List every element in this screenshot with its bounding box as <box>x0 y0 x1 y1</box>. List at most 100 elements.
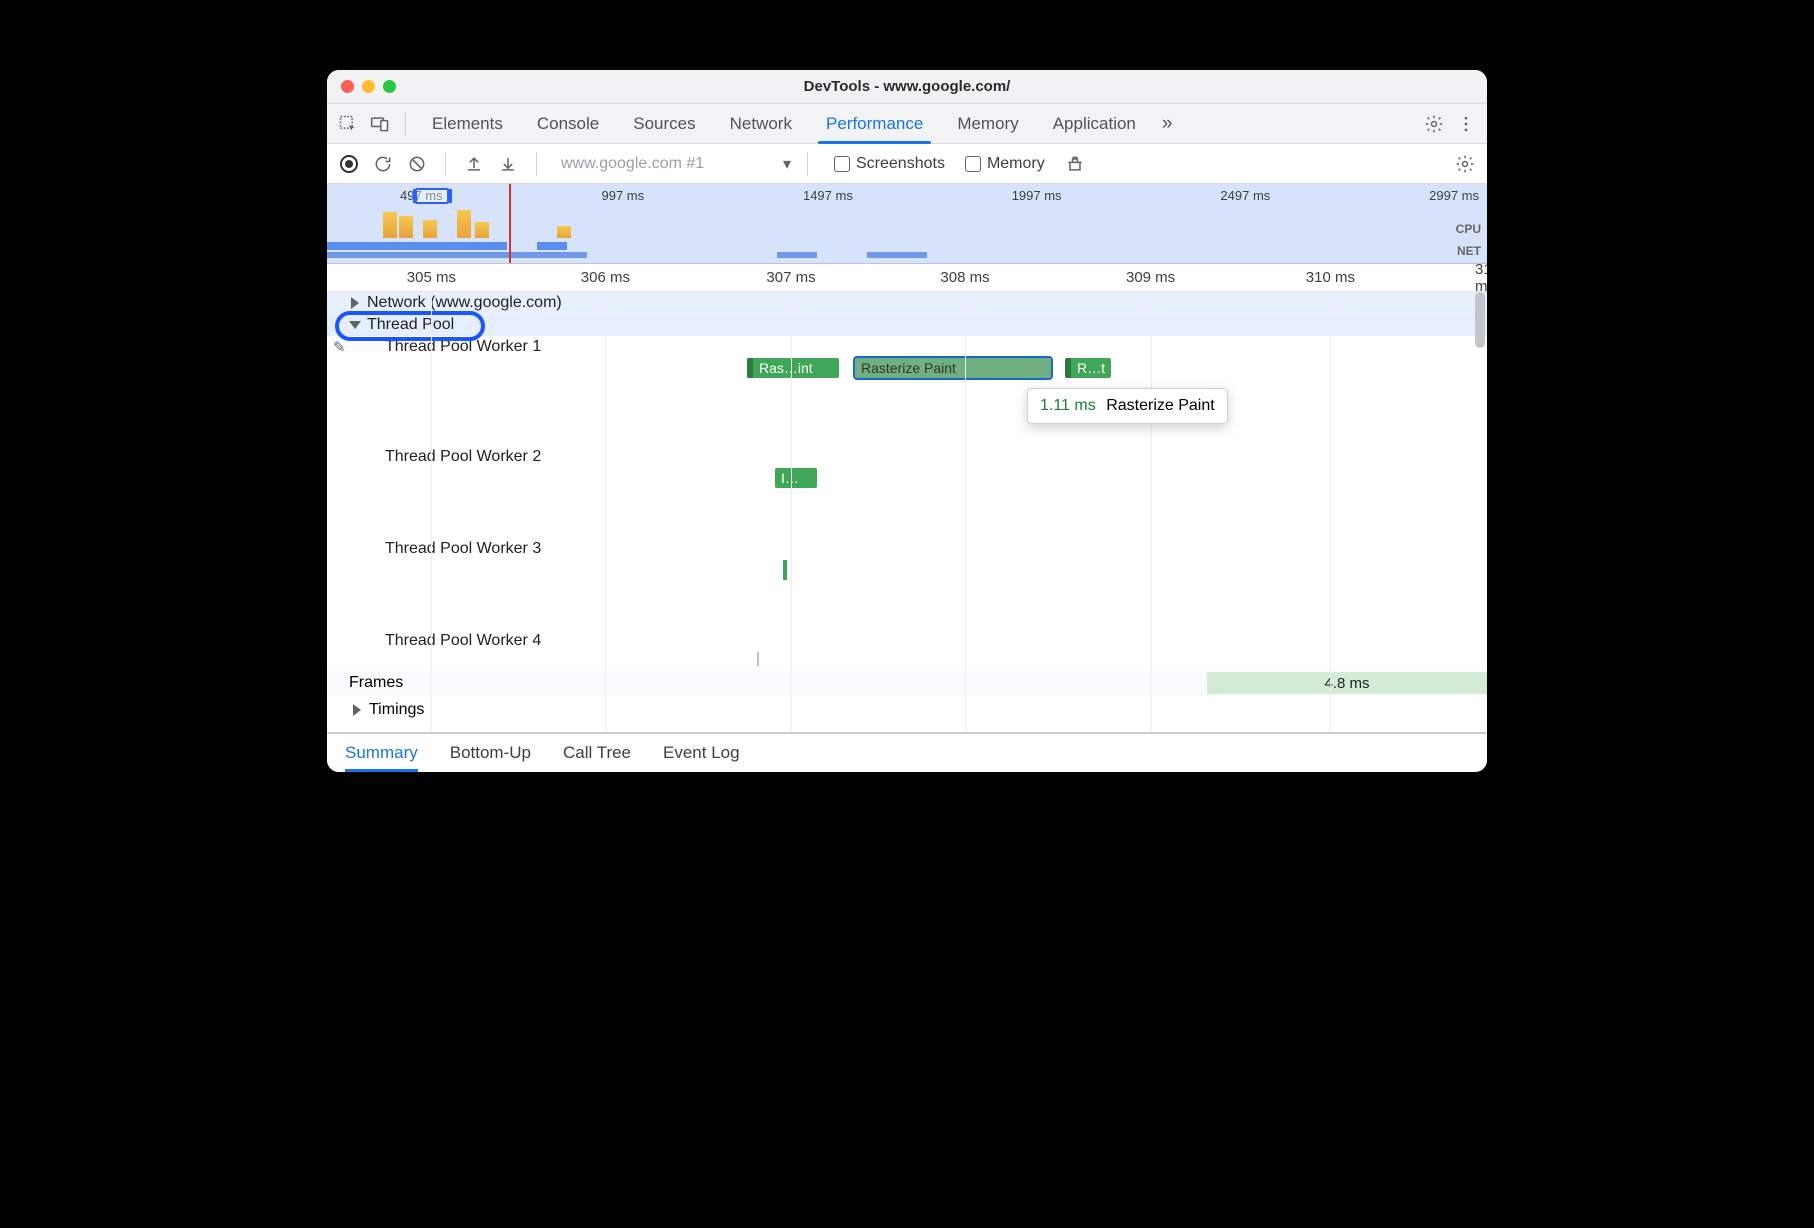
device-toolbar-icon[interactable] <box>367 111 393 137</box>
worker-2-lane[interactable]: I… <box>327 468 1487 538</box>
overview-bar <box>537 242 567 250</box>
overview-bar <box>327 242 507 250</box>
disclosure-triangle-icon[interactable] <box>353 704 361 716</box>
garbage-collect-icon[interactable] <box>1063 152 1087 176</box>
worker-1-lane[interactable]: R…t Rasterize Paint Ras…int 1.11 ms Raster… <box>327 358 1487 446</box>
worker-label: Thread Pool Worker 1 <box>385 338 541 356</box>
tooltip-name: Rasterize Paint <box>1106 397 1215 414</box>
tab-bottom-up[interactable]: Bottom-Up <box>450 734 531 772</box>
zoom-window-button[interactable] <box>383 80 396 93</box>
overview-window[interactable] <box>415 188 449 204</box>
gridline <box>1151 292 1152 732</box>
tab-summary[interactable]: Summary <box>345 734 418 772</box>
worker-label: Thread Pool Worker 3 <box>385 540 541 558</box>
divider <box>536 152 537 176</box>
net-lane-label: NET <box>1457 244 1481 258</box>
task-tooltip: 1.11 ms Rasterize Paint <box>1027 388 1228 424</box>
kebab-menu-icon[interactable] <box>1453 111 1479 137</box>
tab-event-log[interactable]: Event Log <box>663 734 740 772</box>
flame-task[interactable]: I… <box>775 468 817 488</box>
divider <box>807 152 808 176</box>
minimize-window-button[interactable] <box>362 80 375 93</box>
tab-label: Memory <box>957 114 1018 134</box>
disclosure-triangle-icon[interactable] <box>351 297 359 309</box>
tab-call-tree[interactable]: Call Tree <box>563 734 631 772</box>
gridline <box>965 292 966 732</box>
disclosure-triangle-icon[interactable] <box>349 321 361 329</box>
tab-label: Sources <box>633 114 695 134</box>
tab-network[interactable]: Network <box>716 104 806 143</box>
flame-chart-pane[interactable]: Network (www.google.com) Thread Pool ✎ T… <box>327 292 1487 732</box>
profile-selector-label: www.google.com #1 <box>561 155 704 173</box>
tab-label: Performance <box>826 114 923 134</box>
tab-sources[interactable]: Sources <box>619 104 709 143</box>
clear-button[interactable] <box>405 152 429 176</box>
profile-selector[interactable]: www.google.com #1 ▾ <box>561 154 791 174</box>
gridline <box>605 292 606 732</box>
flame-task[interactable]: Rasterize Paint <box>855 358 1051 378</box>
timings-label: Timings <box>369 701 424 719</box>
tab-label: Elements <box>432 114 503 134</box>
track-worker-4[interactable]: Thread Pool Worker 4 <box>327 630 1487 652</box>
track-worker-3[interactable]: Thread Pool Worker 3 <box>327 538 1487 560</box>
ruler-tick: 311 ms <box>1475 261 1487 295</box>
tab-application[interactable]: Application <box>1039 104 1150 143</box>
tab-performance[interactable]: Performance <box>812 104 937 143</box>
frame-bar[interactable]: 4.8 ms <box>1207 672 1487 694</box>
track-worker-1[interactable]: ✎ Thread Pool Worker 1 <box>327 336 1487 358</box>
checkbox-label: Screenshots <box>856 155 945 173</box>
ruler-tick: 309 ms <box>1126 269 1175 286</box>
track-network[interactable]: Network (www.google.com) <box>327 292 1487 314</box>
ruler-tick: 305 ms <box>407 269 456 286</box>
performance-toolbar: www.google.com #1 ▾ Screenshots Memory <box>327 144 1487 184</box>
overview-handle-left[interactable] <box>413 189 416 203</box>
settings-gear-icon[interactable] <box>1421 111 1447 137</box>
close-window-button[interactable] <box>341 80 354 93</box>
worker-3-lane[interactable] <box>327 560 1487 630</box>
track-thread-pool[interactable]: Thread Pool <box>327 314 1487 336</box>
titlebar: DevTools - www.google.com/ <box>327 70 1487 104</box>
tick-label: 2997 ms <box>1429 188 1479 203</box>
tab-label: Event Log <box>663 743 740 763</box>
edit-icon[interactable]: ✎ <box>333 338 346 356</box>
flame-task[interactable]: Ras…int <box>747 358 839 378</box>
tab-console[interactable]: Console <box>523 104 613 143</box>
memory-checkbox[interactable]: Memory <box>965 155 1045 173</box>
tab-elements[interactable]: Elements <box>418 104 517 143</box>
tab-label: Bottom-Up <box>450 743 531 763</box>
overview-handle-right[interactable] <box>449 189 452 203</box>
vertical-scrollbar[interactable] <box>1475 292 1485 348</box>
load-marker <box>509 184 511 263</box>
tabs-overflow-button[interactable]: » <box>1156 104 1179 143</box>
track-frames[interactable]: Frames 4.8 ms <box>327 670 1487 696</box>
task-sliver[interactable] <box>783 560 787 580</box>
flame-ruler[interactable]: 305 ms306 ms307 ms308 ms309 ms310 ms311 … <box>327 264 1487 292</box>
track-timings[interactable]: Timings <box>327 696 1487 724</box>
load-profile-icon[interactable] <box>462 152 486 176</box>
worker-label: Thread Pool Worker 4 <box>385 632 541 650</box>
tab-label: Network <box>730 114 792 134</box>
checkbox-icon <box>834 156 850 172</box>
worker-4-lane[interactable] <box>327 652 1487 670</box>
flame-task[interactable]: R…t <box>1065 358 1111 378</box>
save-profile-icon[interactable] <box>496 152 520 176</box>
tab-label: Application <box>1053 114 1136 134</box>
overflow-glyph: » <box>1162 113 1173 135</box>
cpu-activity <box>327 198 587 238</box>
record-button[interactable] <box>337 152 361 176</box>
inspect-element-icon[interactable] <box>335 111 361 137</box>
reload-record-button[interactable] <box>371 152 395 176</box>
track-label: Network (www.google.com) <box>367 294 562 312</box>
track-worker-2[interactable]: Thread Pool Worker 2 <box>327 446 1487 468</box>
screenshots-checkbox[interactable]: Screenshots <box>834 155 945 173</box>
tab-memory[interactable]: Memory <box>943 104 1032 143</box>
devtools-window: DevTools - www.google.com/ Elements Cons… <box>327 70 1487 772</box>
cpu-lane-label: CPU <box>1456 222 1481 236</box>
checkbox-icon <box>965 156 981 172</box>
tab-label: Call Tree <box>563 743 631 763</box>
frames-label: Frames <box>349 674 403 692</box>
task-sliver[interactable] <box>757 652 759 666</box>
capture-settings-gear-icon[interactable] <box>1453 152 1477 176</box>
timeline-overview[interactable]: 497 ms 997 ms 1497 ms 1997 ms 2497 ms 29… <box>327 184 1487 264</box>
net-bar <box>777 252 817 258</box>
